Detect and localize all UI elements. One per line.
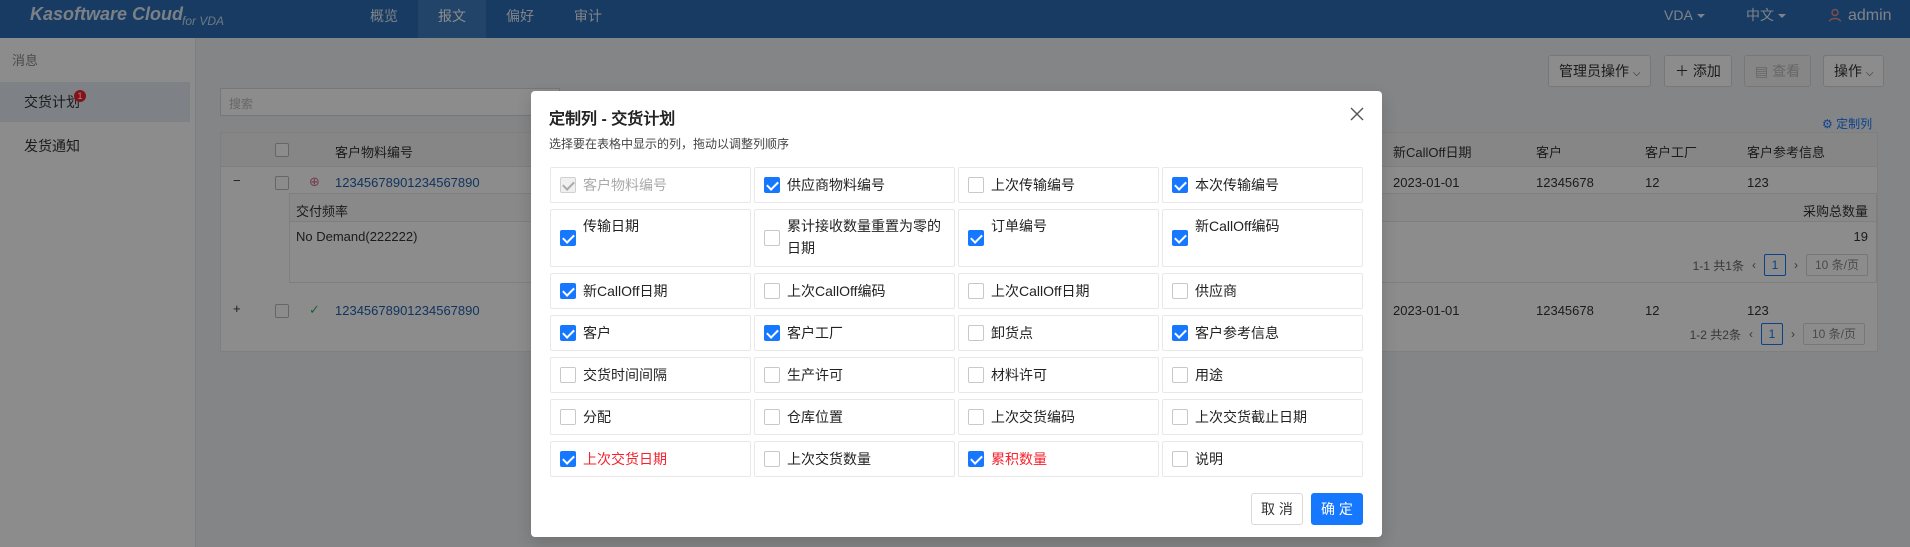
- column-option[interactable]: 上次交货日期: [550, 441, 751, 477]
- column-checkbox[interactable]: [764, 230, 780, 246]
- column-checkbox[interactable]: [1172, 451, 1188, 467]
- column-option[interactable]: 客户物料编号: [550, 167, 751, 203]
- column-checkbox[interactable]: [764, 367, 780, 383]
- column-option-label: 订单编号: [991, 218, 1047, 234]
- column-checkbox[interactable]: [968, 451, 984, 467]
- column-option[interactable]: 新CallOff日期: [550, 273, 751, 309]
- column-option[interactable]: 传输日期: [550, 209, 751, 267]
- column-checkbox[interactable]: [1172, 230, 1188, 246]
- column-option-label: 本次传输编号: [1195, 177, 1279, 193]
- column-option[interactable]: 仓库位置: [754, 399, 955, 435]
- column-option-label: 新CallOff日期: [583, 283, 668, 299]
- column-option-label: 上次传输编号: [991, 177, 1075, 193]
- column-option[interactable]: 客户工厂: [754, 315, 955, 351]
- column-option[interactable]: 分配: [550, 399, 751, 435]
- column-option-label: 卸货点: [991, 325, 1033, 341]
- column-checkbox[interactable]: [968, 325, 984, 341]
- confirm-button[interactable]: 确 定: [1311, 493, 1363, 525]
- column-checkbox[interactable]: [560, 177, 576, 193]
- column-checkbox[interactable]: [764, 325, 780, 341]
- column-option[interactable]: 上次交货截止日期: [1162, 399, 1363, 435]
- column-option-label: 上次交货编码: [991, 409, 1075, 425]
- column-option-label: 新CallOff编码: [1195, 218, 1280, 234]
- column-checkbox[interactable]: [764, 451, 780, 467]
- column-checkbox[interactable]: [968, 367, 984, 383]
- column-option-label: 累积数量: [991, 451, 1047, 467]
- column-option[interactable]: 订单编号: [958, 209, 1159, 267]
- customize-columns-modal: 定制列 - 交货计划 选择要在表格中显示的列，拖动以调整列顺序 客户物料编号供应…: [531, 91, 1382, 537]
- column-option-label: 供应商物料编号: [787, 177, 885, 193]
- column-option[interactable]: 累积数量: [958, 441, 1159, 477]
- column-option-label: 用途: [1195, 367, 1223, 383]
- column-option-label: 客户工厂: [787, 325, 843, 341]
- column-option[interactable]: 供应商: [1162, 273, 1363, 309]
- column-option[interactable]: 供应商物料编号: [754, 167, 955, 203]
- column-option[interactable]: 本次传输编号: [1162, 167, 1363, 203]
- column-option-label: 上次CallOff编码: [787, 283, 886, 299]
- column-checkbox[interactable]: [968, 230, 984, 246]
- cancel-button[interactable]: 取 消: [1251, 493, 1303, 525]
- column-option-label: 上次交货数量: [787, 451, 871, 467]
- column-checkbox[interactable]: [560, 325, 576, 341]
- column-option[interactable]: 客户参考信息: [1162, 315, 1363, 351]
- column-checkbox[interactable]: [1172, 177, 1188, 193]
- column-option-label: 交货时间间隔: [583, 367, 667, 383]
- column-option-label: 上次交货日期: [583, 451, 667, 467]
- column-option-label: 上次交货截止日期: [1195, 409, 1307, 425]
- close-icon[interactable]: [1350, 107, 1364, 121]
- column-checkbox[interactable]: [560, 367, 576, 383]
- column-option[interactable]: 新CallOff编码: [1162, 209, 1363, 267]
- column-option[interactable]: 上次交货编码: [958, 399, 1159, 435]
- column-checkbox[interactable]: [1172, 283, 1188, 299]
- modal-description: 选择要在表格中显示的列，拖动以调整列顺序: [549, 137, 790, 151]
- column-checkbox[interactable]: [560, 409, 576, 425]
- column-option-label: 生产许可: [787, 367, 843, 383]
- modal-title: 定制列 - 交货计划: [549, 111, 676, 128]
- column-option-label: 客户: [583, 325, 611, 341]
- column-checkbox[interactable]: [764, 177, 780, 193]
- column-option[interactable]: 卸货点: [958, 315, 1159, 351]
- column-checkbox[interactable]: [968, 409, 984, 425]
- column-option[interactable]: 累计接收数量重置为零的日期: [754, 209, 955, 267]
- column-option[interactable]: 上次交货数量: [754, 441, 955, 477]
- column-checkbox[interactable]: [1172, 367, 1188, 383]
- column-option[interactable]: 上次CallOff编码: [754, 273, 955, 309]
- column-option-label: 分配: [583, 409, 611, 425]
- column-checkbox[interactable]: [560, 283, 576, 299]
- column-option[interactable]: 交货时间间隔: [550, 357, 751, 393]
- column-option[interactable]: 客户: [550, 315, 751, 351]
- column-option-label: 材料许可: [991, 367, 1047, 383]
- column-checkbox[interactable]: [764, 283, 780, 299]
- column-option[interactable]: 生产许可: [754, 357, 955, 393]
- column-option-label: 传输日期: [583, 218, 639, 234]
- column-checkbox[interactable]: [764, 409, 780, 425]
- column-checkbox[interactable]: [560, 230, 576, 246]
- column-option[interactable]: 材料许可: [958, 357, 1159, 393]
- column-checkbox[interactable]: [1172, 409, 1188, 425]
- column-option-label: 供应商: [1195, 283, 1237, 299]
- column-checkbox[interactable]: [1172, 325, 1188, 341]
- column-option-label: 说明: [1195, 451, 1223, 467]
- column-option[interactable]: 说明: [1162, 441, 1363, 477]
- column-checkbox[interactable]: [968, 283, 984, 299]
- column-option[interactable]: 上次传输编号: [958, 167, 1159, 203]
- column-option-label: 客户参考信息: [1195, 325, 1279, 341]
- column-option[interactable]: 上次CallOff日期: [958, 273, 1159, 309]
- column-option-label: 仓库位置: [787, 409, 843, 425]
- column-checkbox[interactable]: [560, 451, 576, 467]
- column-option-label: 上次CallOff日期: [991, 283, 1090, 299]
- column-option[interactable]: 用途: [1162, 357, 1363, 393]
- column-option-label: 客户物料编号: [583, 177, 667, 193]
- column-checkbox[interactable]: [968, 177, 984, 193]
- column-option-label: 累计接收数量重置为零的日期: [787, 218, 941, 256]
